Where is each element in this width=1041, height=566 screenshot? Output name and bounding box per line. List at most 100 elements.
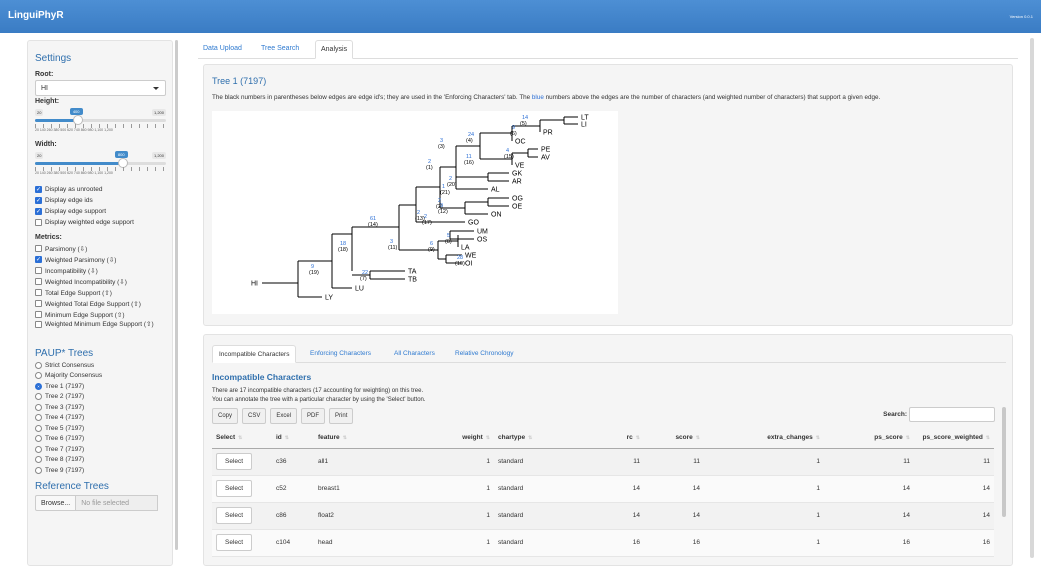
leaf-label-pe: PE: [541, 147, 551, 154]
sidebar-scrollbar[interactable]: [175, 40, 178, 550]
checkbox-checked-icon[interactable]: ✓: [35, 197, 42, 204]
checkbox-unchecked-icon[interactable]: [35, 245, 42, 252]
checkbox-unchecked-icon[interactable]: [35, 321, 42, 328]
column-header-id[interactable]: id ⇅: [272, 427, 314, 449]
sort-icon: ⇅: [695, 434, 700, 441]
radio-icon[interactable]: [35, 393, 42, 401]
tab-all-characters[interactable]: All Characters: [388, 345, 441, 363]
checkbox-unchecked-icon[interactable]: [35, 311, 42, 318]
column-header-label: extra_changes: [767, 433, 813, 441]
column-header-ps-score[interactable]: ps_score ⇅: [824, 427, 914, 449]
cell-weight: 1: [434, 448, 494, 476]
radio-icon[interactable]: [35, 414, 42, 422]
checkbox-unchecked-icon[interactable]: [35, 300, 42, 307]
metric-checkbox-6[interactable]: Minimum Edge Support (⇧): [35, 309, 166, 320]
root-select[interactable]: HI: [35, 80, 166, 96]
tree-option[interactable]: Tree 5 (7197): [35, 423, 166, 434]
cell-extra-changes: 1: [704, 475, 824, 503]
tree-option[interactable]: Tree 6 (7197): [35, 434, 166, 445]
radio-icon[interactable]: [35, 445, 42, 453]
column-header-weight[interactable]: weight ⇅: [434, 427, 494, 449]
tree-option[interactable]: Tree 1 (7197): [35, 381, 166, 392]
metric-checkbox-3[interactable]: Weighted Incompatibility (⇩): [35, 276, 166, 287]
copy-export-button[interactable]: Copy: [212, 408, 239, 424]
column-header-score[interactable]: score ⇅: [644, 427, 704, 449]
display-option-label: Display edge ids: [45, 197, 93, 204]
table-row: Select c36 all1 1 standard 11 11 1 11 11: [212, 448, 994, 476]
tree-option[interactable]: Tree 2 (7197): [35, 392, 166, 403]
radio-icon[interactable]: [35, 372, 42, 380]
search-input[interactable]: [909, 407, 995, 422]
column-header-Select[interactable]: Select ⇅: [212, 427, 272, 449]
metric-checkbox-5[interactable]: Weighted Total Edge Support (⇧): [35, 298, 166, 309]
metric-checkbox-4[interactable]: Total Edge Support (⇧): [35, 287, 166, 298]
checkbox-unchecked-icon[interactable]: [35, 278, 42, 285]
column-header-extra-changes[interactable]: extra_changes ⇅: [704, 427, 824, 449]
tree-option-label: Tree 3 (7197): [45, 403, 85, 411]
metric-checkbox-0[interactable]: Parsimony (⇩): [35, 243, 166, 254]
tab-tree-search[interactable]: Tree Search: [256, 40, 304, 59]
app-title[interactable]: LinguiPhyR: [8, 10, 64, 21]
checkbox-unchecked-icon[interactable]: [35, 267, 42, 274]
csv-export-button[interactable]: CSV: [242, 408, 267, 424]
tab-relative-chronology[interactable]: Relative Chronology: [449, 345, 520, 363]
tab-data-upload[interactable]: Data Upload: [198, 40, 247, 59]
tree-option[interactable]: Strict Consensus: [35, 360, 166, 371]
width-slider[interactable]: 20 800 1,200 20 140 260 380 500 620 740 …: [35, 150, 166, 184]
tree-option[interactable]: Tree 9 (7197): [35, 465, 166, 476]
metric-checkbox-1[interactable]: ✓ Weighted Parsimony (⇩): [35, 254, 166, 265]
tree-option[interactable]: Tree 3 (7197): [35, 402, 166, 413]
leaf-label-lu: LU: [355, 286, 364, 293]
display-option-checkbox-2[interactable]: ✓ Display edge support: [35, 206, 166, 217]
checkbox-unchecked-icon[interactable]: [35, 219, 42, 226]
radio-selected-icon[interactable]: [35, 382, 42, 390]
checkbox-checked-icon[interactable]: ✓: [35, 256, 42, 263]
select-button[interactable]: Select: [216, 480, 253, 497]
select-button[interactable]: Select: [216, 453, 253, 470]
table-scrollbar[interactable]: [1002, 407, 1006, 517]
page-scrollbar[interactable]: [1030, 38, 1034, 558]
checkbox-unchecked-icon[interactable]: [35, 289, 42, 296]
checkbox-checked-icon[interactable]: ✓: [35, 208, 42, 215]
pdf-export-button[interactable]: PDF: [301, 408, 326, 424]
tab-incompatible-characters[interactable]: Incompatible Characters: [212, 345, 297, 363]
cell-weight: 1: [434, 529, 494, 557]
radio-icon[interactable]: [35, 403, 42, 411]
select-button[interactable]: Select: [216, 507, 253, 524]
leaf-label-hi: HI: [251, 281, 258, 288]
table-header: Select ⇅ id ⇅ feature ⇅ weight ⇅ chartype ⇅ rc ⇅ sco…: [212, 427, 994, 449]
tab-enforcing-characters[interactable]: Enforcing Characters: [304, 345, 377, 363]
display-option-checkbox-3[interactable]: Display weighted edge support: [35, 217, 166, 228]
display-option-checkbox-1[interactable]: ✓ Display edge ids: [35, 195, 166, 206]
excel-export-button[interactable]: Excel: [270, 408, 298, 424]
tree-option[interactable]: Tree 8 (7197): [35, 455, 166, 466]
browse-button[interactable]: Browse...: [35, 494, 77, 511]
radio-icon[interactable]: [35, 435, 42, 443]
column-header-ps-score-weighted[interactable]: ps_score_weighted ⇅: [914, 427, 994, 449]
column-header-rc[interactable]: rc ⇅: [584, 427, 644, 449]
cell-ps-score-weighted: 14: [914, 475, 994, 503]
sort-icon: ⇅: [342, 434, 347, 441]
height-slider[interactable]: 20 400 1,200 20 140 260 380 500 620 740 …: [35, 107, 166, 141]
checkbox-checked-icon[interactable]: ✓: [35, 186, 42, 193]
print-export-button[interactable]: Print: [329, 408, 354, 424]
cell-chartype: standard: [494, 529, 584, 557]
tree-option[interactable]: Majority Consensus: [35, 371, 166, 382]
paup-tree-options: Strict Consensus Majority Consensus Tree 1…: [35, 360, 166, 476]
metric-checkbox-7[interactable]: Weighted Minimum Edge Support (⇧): [35, 320, 166, 340]
select-button[interactable]: Select: [216, 534, 253, 551]
column-header-chartype[interactable]: chartype ⇅: [494, 427, 584, 449]
tree-option[interactable]: Tree 7 (7197): [35, 444, 166, 455]
display-option-checkbox-0[interactable]: ✓ Display as unrooted: [35, 184, 166, 195]
tab-analysis[interactable]: Analysis: [315, 40, 354, 59]
reference-file-input[interactable]: Browse... No file selected: [35, 494, 166, 511]
leaf-label-la: LA: [461, 245, 470, 252]
radio-icon[interactable]: [35, 456, 42, 464]
radio-icon[interactable]: [35, 361, 42, 369]
edge-id-label: (16): [464, 160, 474, 166]
radio-icon[interactable]: [35, 424, 42, 432]
radio-icon[interactable]: [35, 466, 42, 474]
metric-checkbox-2[interactable]: Incompatibility (⇩): [35, 265, 166, 276]
tree-option[interactable]: Tree 4 (7197): [35, 413, 166, 424]
column-header-feature[interactable]: feature ⇅: [314, 427, 434, 449]
